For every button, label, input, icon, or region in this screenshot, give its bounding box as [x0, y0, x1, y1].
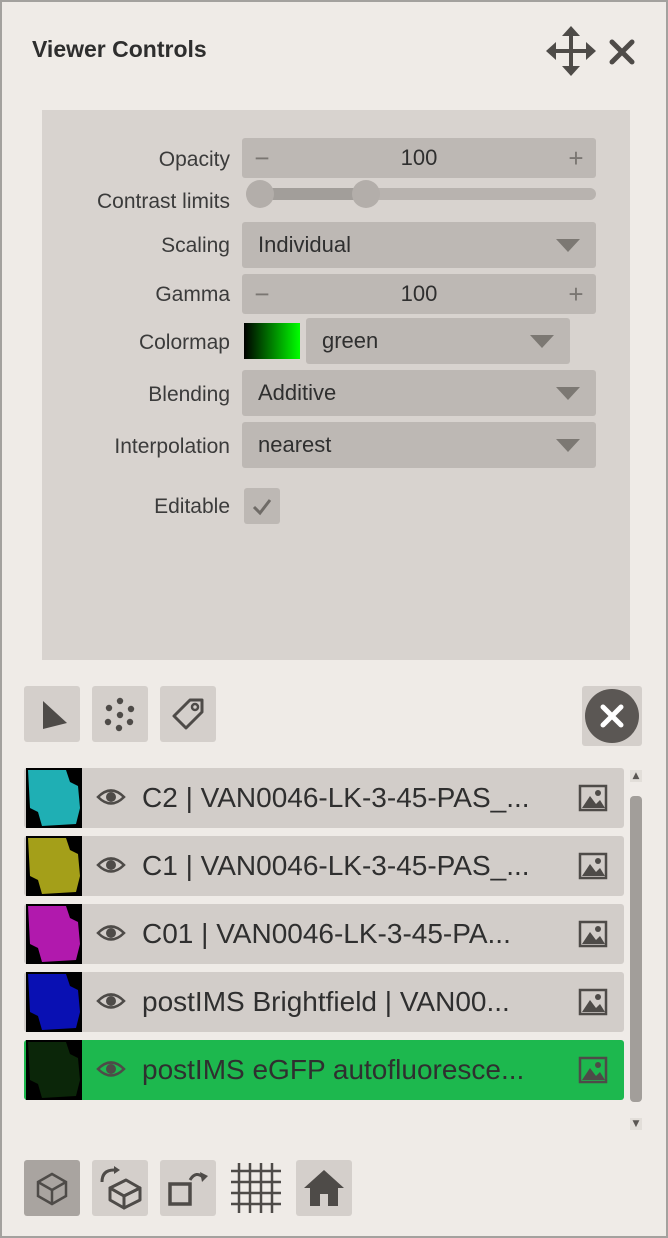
opacity-increment[interactable]: +: [556, 138, 596, 178]
new-points-layer-button[interactable]: [92, 686, 148, 742]
layer-controls: Opacity − 100 + Contrast limits Scaling …: [42, 110, 630, 660]
interpolation-label: Interpolation: [114, 435, 230, 458]
interpolation-dropdown[interactable]: nearest: [242, 422, 596, 468]
colormap-dropdown[interactable]: green: [306, 318, 570, 364]
blending-label: Blending: [148, 383, 230, 406]
visibility-eye-icon[interactable]: [96, 784, 126, 814]
scroll-down-arrow[interactable]: ▼: [630, 1118, 642, 1130]
layer-row[interactable]: C01 | VAN0046-LK-3-45-PA...: [24, 904, 624, 964]
contrast-limits-label: Contrast limits: [96, 190, 230, 213]
label-icon: [172, 698, 204, 730]
layer-thumbnail: [26, 768, 82, 828]
image-layer-icon: [578, 1056, 608, 1088]
move-icon[interactable]: [546, 26, 596, 80]
layer-name: postIMS eGFP autofluoresce...: [142, 1054, 525, 1085]
visibility-eye-icon[interactable]: [96, 920, 126, 950]
roll-icon: [100, 1166, 142, 1210]
layer-thumbnail: [26, 1040, 82, 1100]
toggle-grid-button[interactable]: [228, 1160, 284, 1216]
image-layer-icon: [578, 920, 608, 952]
contrast-low-handle[interactable]: [246, 180, 274, 208]
shapes-icon: [43, 701, 67, 729]
visibility-eye-icon[interactable]: [96, 988, 126, 1018]
close-icon[interactable]: [608, 38, 636, 70]
toggle-ndisplay-button[interactable]: [24, 1160, 80, 1216]
check-icon: [252, 499, 272, 516]
layer-row[interactable]: C1 | VAN0046-LK-3-45-PAS_...: [24, 836, 624, 896]
contrast-high-handle[interactable]: [352, 180, 381, 208]
colormap-swatch: [244, 323, 300, 359]
chevron-down-icon: [556, 387, 580, 400]
chevron-down-icon: [556, 239, 580, 252]
gamma-spinbox[interactable]: − 100 +: [242, 274, 596, 314]
editable-label: Editable: [154, 495, 230, 518]
layer-name: C01 | VAN0046-LK-3-45-PA...: [142, 918, 511, 949]
scrollbar-thumb[interactable]: [630, 796, 642, 1102]
delete-layer-button[interactable]: [582, 686, 642, 746]
panel-title: Viewer Controls: [32, 36, 207, 62]
home-button[interactable]: [296, 1160, 352, 1216]
layer-thumbnail: [26, 836, 82, 896]
colormap-label: Colormap: [138, 331, 230, 354]
layer-name: C2 | VAN0046-LK-3-45-PAS_...: [142, 782, 530, 813]
transpose-icon: [168, 1172, 208, 1206]
roll-dimensions-button[interactable]: [92, 1160, 148, 1216]
blending-value: Additive: [258, 380, 337, 405]
scaling-value: Individual: [258, 232, 351, 257]
new-shapes-layer-button[interactable]: [24, 686, 80, 742]
layer-row[interactable]: C2 | VAN0046-LK-3-45-PAS_...: [24, 768, 624, 828]
visibility-eye-icon[interactable]: [96, 1056, 126, 1086]
gamma-increment[interactable]: +: [556, 274, 596, 314]
layer-name: C1 | VAN0046-LK-3-45-PAS_...: [142, 850, 530, 881]
image-layer-icon: [578, 988, 608, 1020]
contrast-range-bar: [260, 188, 367, 200]
points-icon: [104, 697, 135, 732]
scaling-label: Scaling: [161, 234, 230, 257]
home-icon: [304, 1170, 344, 1206]
layer-thumbnail: [26, 972, 82, 1032]
chevron-down-icon: [556, 439, 580, 452]
layer-name: postIMS Brightfield | VAN00...: [142, 986, 510, 1017]
viewer-controls-panel: Viewer Controls Opacity − 100 + Contrast…: [0, 0, 668, 1238]
layer-row[interactable]: postIMS eGFP autofluoresce...: [24, 1040, 624, 1100]
visibility-eye-icon[interactable]: [96, 852, 126, 882]
colormap-value: green: [322, 328, 379, 353]
image-layer-icon: [578, 784, 608, 816]
transpose-dimensions-button[interactable]: [160, 1160, 216, 1216]
gamma-value: 100: [400, 281, 438, 306]
grid-icon: [231, 1163, 281, 1213]
editable-checkbox[interactable]: [244, 488, 280, 524]
opacity-label: Opacity: [158, 148, 230, 171]
chevron-down-icon: [530, 335, 554, 348]
image-layer-icon: [578, 852, 608, 884]
interpolation-value: nearest: [258, 432, 332, 457]
blending-dropdown[interactable]: Additive: [242, 370, 596, 416]
new-labels-layer-button[interactable]: [160, 686, 216, 742]
layer-thumbnail: [26, 904, 82, 964]
gamma-label: Gamma: [155, 283, 230, 306]
opacity-value: 100: [400, 145, 438, 170]
contrast-limits-slider[interactable]: [246, 180, 596, 208]
scaling-dropdown[interactable]: Individual: [242, 222, 596, 268]
opacity-spinbox[interactable]: − 100 +: [242, 138, 596, 178]
scroll-up-arrow[interactable]: ▲: [630, 770, 642, 782]
ndisplay-icon: [36, 1172, 68, 1206]
layer-list-scrollbar[interactable]: ▲ ▼: [628, 766, 644, 1142]
layer-row[interactable]: postIMS Brightfield | VAN00...: [24, 972, 624, 1032]
close-circle-icon: [585, 689, 639, 743]
